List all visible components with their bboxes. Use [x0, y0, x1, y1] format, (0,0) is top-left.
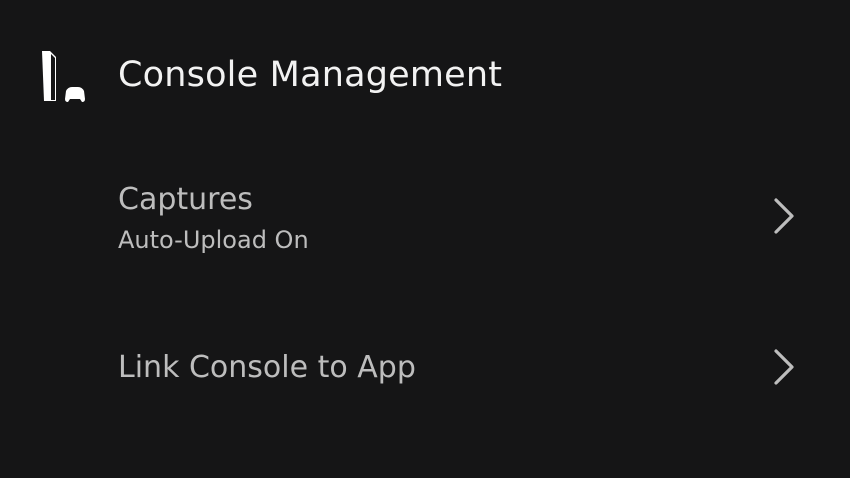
link-console-label: Link Console to App [118, 350, 416, 385]
console-management-screen: Console Management Captures Auto-Upload … [0, 0, 850, 478]
console-icon [42, 51, 85, 102]
header: Console Management [38, 46, 502, 108]
chevron-right-icon [774, 198, 794, 234]
captures-menu-item[interactable]: Captures Auto-Upload On [0, 178, 850, 268]
captures-status: Auto-Upload On [118, 226, 309, 254]
link-console-to-app-menu-item[interactable]: Link Console to App [0, 338, 850, 402]
captures-label: Captures [118, 182, 253, 217]
page-title: Console Management [118, 55, 503, 95]
chevron-right-icon [774, 349, 794, 385]
